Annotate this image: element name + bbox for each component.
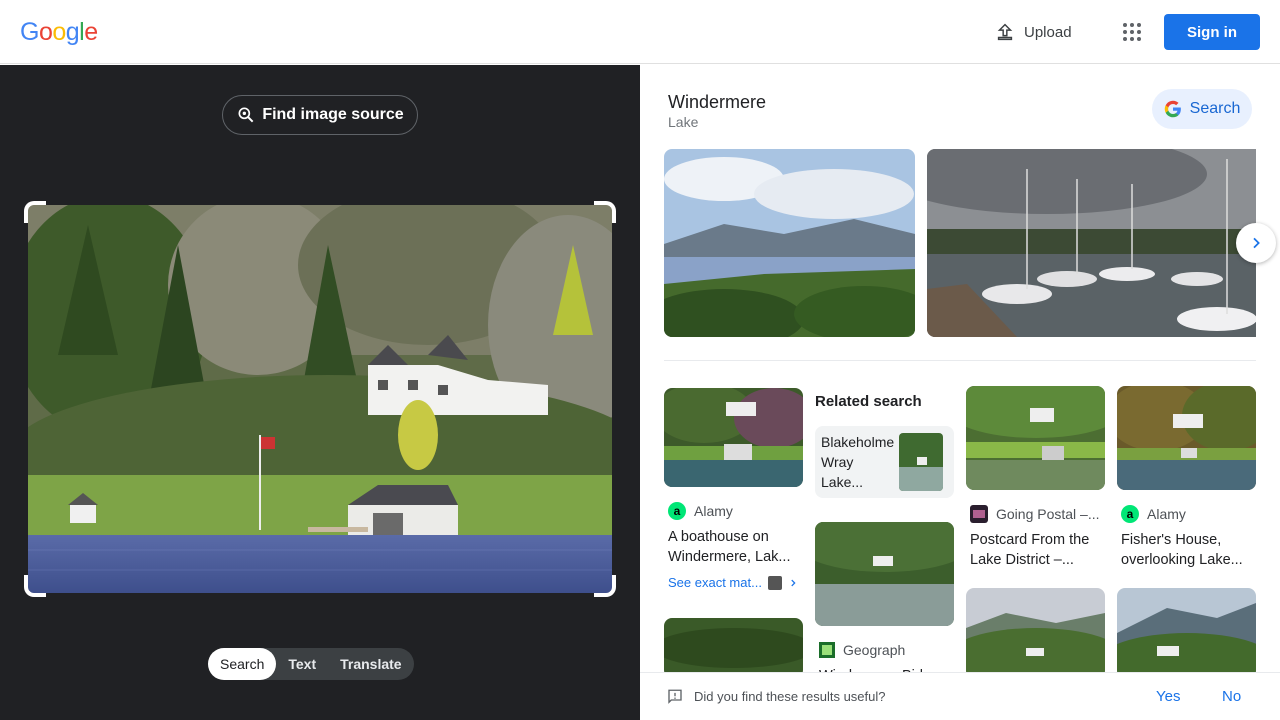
match-thumb-icon: [767, 575, 782, 590]
result-card[interactable]: Geograph Windermere Birk...: [815, 522, 954, 686]
result-title-line: Fisher's House,: [1121, 532, 1222, 548]
google-logo[interactable]: Google: [20, 18, 98, 46]
result-thumbnail[interactable]: [966, 588, 1105, 678]
crop-handle-bottom-left[interactable]: [24, 575, 46, 597]
crop-handle-top-left[interactable]: [24, 201, 46, 223]
result-title-line: A boathouse on: [668, 529, 769, 545]
google-apps-button[interactable]: [1112, 12, 1152, 52]
result-thumbnail[interactable]: [1117, 386, 1256, 490]
lens-mode-tabs: Search Text Translate: [208, 648, 414, 680]
knowledge-search-label: Search: [1189, 100, 1241, 117]
top-header: Google Upload Sign in: [0, 0, 1280, 64]
result-title[interactable]: Fisher's House, overlooking Lake...: [1117, 530, 1256, 570]
lake-valley-picture: [664, 149, 915, 337]
source-name: Alamy: [1147, 506, 1186, 522]
result-source: a Alamy: [664, 501, 803, 521]
feedback-yes-button[interactable]: Yes: [1156, 688, 1180, 705]
logo-letter: o: [52, 18, 66, 46]
chevron-right-icon: [791, 579, 796, 586]
result-title-line: Lake District –...: [970, 552, 1074, 568]
result-title-line: overlooking Lake...: [1121, 552, 1243, 568]
see-exact-matches-link[interactable]: See exact mat...: [664, 575, 803, 590]
see-exact-label: See exact mat...: [668, 575, 762, 590]
section-divider: [664, 360, 1256, 361]
related-search-chip[interactable]: Blakeholme Wray Lake...: [815, 426, 954, 498]
google-g-icon: [1164, 100, 1181, 118]
result-title-line: Postcard From the: [970, 532, 1090, 548]
marina-picture: [927, 149, 1256, 337]
find-source-label: Find image source: [262, 106, 404, 123]
apps-grid-icon: [1123, 23, 1141, 41]
image-preview-panel: Find image source Search Text Translate: [0, 65, 640, 720]
mountain-house-thumbnail: [1117, 588, 1256, 678]
result-thumbnail[interactable]: [815, 522, 954, 626]
tab-text[interactable]: Text: [276, 648, 328, 680]
logo-letter: e: [84, 18, 98, 46]
lake-shore-thumbnail: [815, 522, 954, 626]
tab-search[interactable]: Search: [208, 648, 277, 680]
result-thumbnail[interactable]: [1117, 588, 1256, 678]
feedback-question: Did you find these results useful?: [694, 689, 886, 704]
logo-letter: g: [65, 18, 80, 46]
result-source: a Alamy: [1117, 504, 1256, 524]
crop-selection[interactable]: [24, 201, 616, 597]
boathouse-thumbnail: [664, 388, 803, 487]
result-source: Going Postal –...: [966, 504, 1105, 524]
lens-search-icon: [238, 107, 254, 123]
alamy-favicon: a: [668, 502, 686, 520]
upload-icon: [997, 23, 1013, 41]
crop-handle-bottom-right[interactable]: [594, 575, 616, 597]
source-name: Geograph: [843, 642, 906, 658]
feedback-bar: Did you find these results useful? Yes N…: [640, 672, 1280, 720]
carousel-next-button[interactable]: [1236, 223, 1276, 263]
forest-thumbnail: [664, 618, 803, 678]
sign-in-button[interactable]: Sign in: [1164, 14, 1260, 50]
results-panel: Windermere Lake Search a Alamy A boathou…: [640, 65, 1280, 720]
crop-handle-top-right[interactable]: [594, 201, 616, 223]
result-card[interactable]: [664, 618, 803, 678]
result-thumbnail[interactable]: [664, 388, 803, 487]
chevron-right-icon: [1253, 237, 1260, 249]
knowledge-subtitle: Lake: [668, 114, 699, 130]
uploaded-image: [28, 205, 612, 593]
knowledge-image-2[interactable]: [927, 149, 1256, 337]
tab-translate[interactable]: Translate: [328, 648, 413, 680]
geograph-favicon: [819, 642, 835, 658]
related-search-text: Blakeholme Wray Lake...: [821, 434, 895, 490]
upload-label: Upload: [1024, 23, 1072, 41]
related-search-heading: Related search: [815, 393, 922, 410]
result-card[interactable]: a Alamy A boathouse on Windermere, Lak..…: [664, 388, 803, 590]
hillside-thumbnail: [966, 588, 1105, 678]
knowledge-search-button[interactable]: Search: [1152, 89, 1252, 129]
result-thumbnail[interactable]: [664, 618, 803, 678]
result-title-line: Windermere, Lak...: [668, 549, 791, 565]
lake-house-picture: [28, 205, 612, 593]
alamy-favicon: a: [1121, 505, 1139, 523]
result-card[interactable]: [966, 588, 1105, 678]
find-image-source-button[interactable]: Find image source: [222, 95, 418, 135]
knowledge-title[interactable]: Windermere: [668, 92, 766, 113]
result-title[interactable]: A boathouse on Windermere, Lak...: [664, 527, 803, 567]
source-name: Alamy: [694, 503, 733, 519]
fishers-house-thumbnail: [1117, 386, 1256, 490]
feedback-icon: [668, 689, 682, 704]
result-card[interactable]: [1117, 588, 1256, 678]
result-thumbnail[interactable]: [966, 386, 1105, 490]
result-source: Geograph: [815, 640, 954, 660]
related-thumbnail: [899, 433, 943, 491]
postcard-thumbnail: [966, 386, 1105, 490]
logo-letter: o: [38, 18, 53, 46]
upload-button[interactable]: Upload: [982, 14, 1084, 50]
knowledge-image-1[interactable]: [664, 149, 915, 337]
going-postal-favicon: [970, 505, 988, 523]
source-name: Going Postal –...: [996, 506, 1100, 522]
logo-letter: G: [20, 18, 39, 46]
result-card[interactable]: a Alamy Fisher's House, overlooking Lake…: [1117, 386, 1256, 570]
result-card[interactable]: Going Postal –... Postcard From the Lake…: [966, 386, 1105, 570]
result-title[interactable]: Postcard From the Lake District –...: [966, 530, 1105, 570]
feedback-no-button[interactable]: No: [1222, 688, 1241, 705]
